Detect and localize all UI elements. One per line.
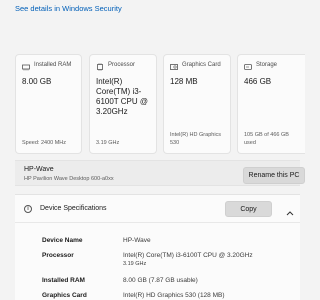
card-value: 466 GB	[244, 77, 272, 86]
specs-title: Device Specifications	[40, 205, 107, 212]
device-name-row: HP-Wave HP Pavilion Wave Desktop 600-a0x…	[15, 160, 305, 186]
device-model: HP Pavilion Wave Desktop 600-a0xx	[24, 176, 114, 182]
info-icon: i	[24, 205, 32, 213]
spec-value-secondary: 3.19 GHz	[123, 261, 147, 267]
spec-key: Device Name	[42, 237, 83, 244]
card-subtext: 105 GB of 466 GB used	[244, 132, 289, 146]
spec-value: HP-Wave	[123, 237, 151, 244]
card-title: Storage	[256, 62, 278, 68]
rename-pc-button[interactable]: Rename this PC	[243, 167, 305, 184]
card-title: Graphics Card	[182, 62, 221, 68]
hardware-cards: Installed RAM 8.00 GB Speed: 2400 MHz Pr…	[15, 54, 305, 154]
spec-value: Intel(R) Core(TM) i3-6100T CPU @ 3.20GHz	[123, 252, 253, 259]
card-title: Installed RAM	[34, 62, 72, 68]
windows-security-link[interactable]: See details in Windows Security	[15, 4, 122, 13]
spec-value: Intel(R) HD Graphics 530 (128 MB)	[123, 292, 225, 299]
spec-key: Processor	[42, 252, 74, 259]
chevron-up-icon[interactable]	[285, 204, 295, 216]
storage-icon	[244, 63, 252, 71]
card-value: 128 MB	[170, 77, 198, 86]
card-processor: Processor Intel(R) Core(TM) i3-6100T CPU…	[89, 54, 157, 154]
card-graphics: Graphics Card 128 MB Intel(R) HD Graphic…	[163, 54, 231, 154]
spec-value: 8.00 GB (7.87 GB usable)	[123, 277, 198, 284]
graphics-card-icon	[170, 63, 178, 71]
spec-key: Installed RAM	[42, 277, 85, 284]
card-storage: Storage 466 GB 105 GB of 466 GB used	[237, 54, 305, 154]
card-subtext: Speed: 2400 MHz	[22, 140, 67, 146]
card-value: 8.00 GB	[22, 77, 52, 86]
card-subtext: Intel(R) HD Graphics 530	[170, 132, 222, 146]
ram-icon	[22, 63, 30, 71]
spec-key: Graphics Card	[42, 292, 87, 299]
device-name: HP-Wave	[24, 166, 54, 173]
card-subtext: 3.19 GHz	[96, 140, 120, 146]
card-value: Intel(R) Core(TM) i3-6100T CPU @ 3.20GHz	[96, 77, 148, 116]
processor-icon	[96, 63, 104, 71]
card-installed-ram: Installed RAM 8.00 GB Speed: 2400 MHz	[15, 54, 82, 154]
device-specifications-panel: i Device Specifications Copy Device Name…	[15, 194, 300, 300]
specs-header[interactable]: i Device Specifications Copy	[15, 195, 300, 223]
card-title: Processor	[108, 62, 136, 68]
copy-button[interactable]: Copy	[225, 201, 272, 217]
